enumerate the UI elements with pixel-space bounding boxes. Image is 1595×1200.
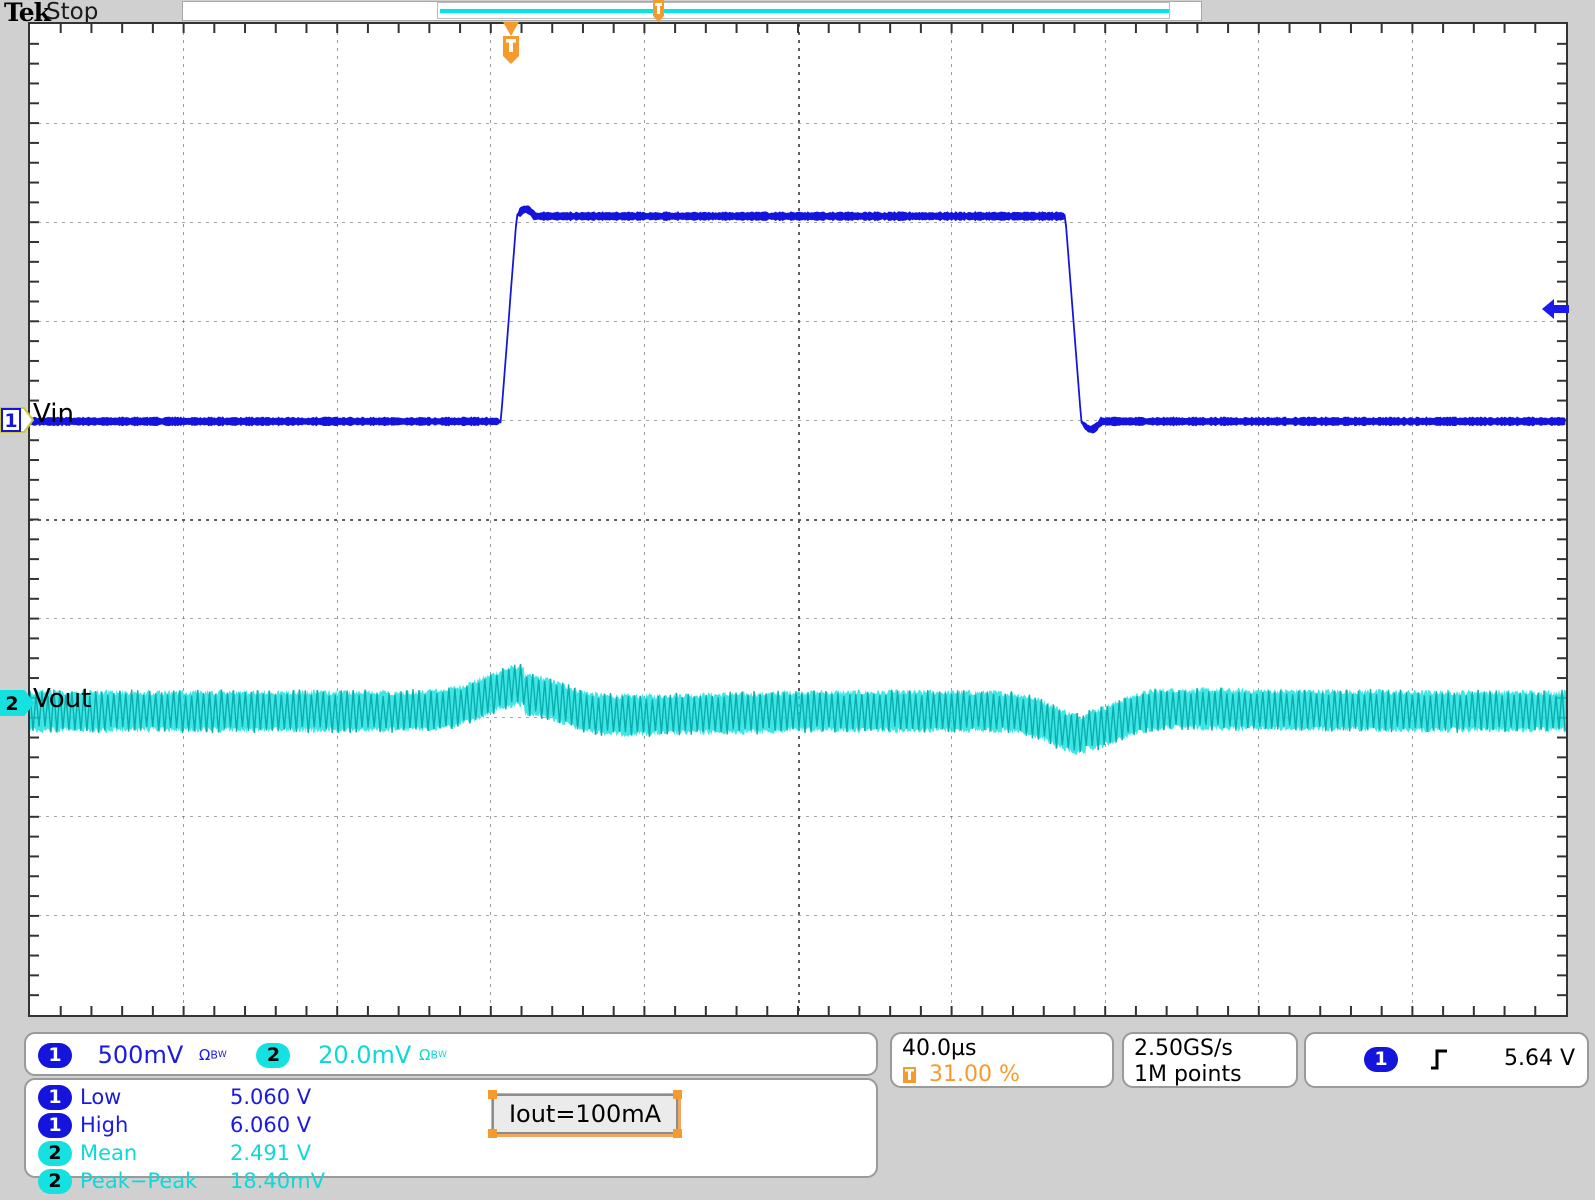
acquisition-panel[interactable]: 2.50GS/s 1M points [1122, 1032, 1298, 1088]
sample-rate-value: 2.50GS/s [1134, 1036, 1233, 1061]
annotation-handle-top-right[interactable] [673, 1090, 682, 1099]
waveform-ch1 [30, 206, 1565, 433]
channel-1-label: Vin [33, 399, 74, 429]
timebase-panel[interactable]: 40.0µs 31.00 % [890, 1032, 1114, 1088]
rising-edge-icon[interactable] [1429, 1047, 1449, 1071]
channel-2-badge[interactable]: 2 [256, 1043, 290, 1068]
measurement-name: Peak−Peak [80, 1169, 230, 1193]
channel-1-scale[interactable]: 500mV [98, 1041, 184, 1069]
iout-annotation-text: Iout=100mA [509, 1100, 661, 1128]
trigger-source-badge[interactable]: 1 [1364, 1047, 1398, 1072]
timebase-scale: 40.0µs [902, 1036, 976, 1061]
iout-annotation-box[interactable]: Iout=100mA [492, 1094, 678, 1134]
measurement-value: 2.491 V [230, 1141, 311, 1165]
timebase-position-value: 31.00 % [929, 1062, 1020, 1087]
measurement-row[interactable]: 1 High6.060 V [38, 1112, 311, 1138]
scope-graticule[interactable] [28, 22, 1568, 1017]
trigger-position-icon [902, 1066, 917, 1084]
measurement-value: 5.060 V [230, 1085, 311, 1109]
annotation-handle-top-left[interactable] [488, 1090, 497, 1099]
measurements-panel: 1Low5.060 V 1High6.060 V 2Mean2.491 V 2P… [24, 1078, 878, 1178]
annotation-handle-bottom-right[interactable] [673, 1129, 682, 1138]
trigger-panel[interactable]: 1 5.64 V [1304, 1032, 1589, 1088]
svg-text:2: 2 [5, 693, 18, 715]
channel-1-badge[interactable]: 1 [38, 1043, 72, 1068]
record-zoom-indicator [440, 9, 1169, 13]
measurement-value: 18.40mV [230, 1169, 325, 1193]
measurement-row[interactable]: 2 Mean2.491 V [38, 1140, 311, 1166]
channel-1-bandwidth-sub: W [218, 1050, 227, 1060]
channel-settings-panel: 1 500mV ΩBW 2 20.0mV ΩBW [24, 1032, 878, 1076]
channel-2-label: Vout [33, 684, 91, 714]
channel-2-scale[interactable]: 20.0mV [318, 1041, 411, 1069]
channel-1-coupling-icon: Ω [199, 1046, 210, 1064]
top-status-bar: Tek Stop [0, 0, 1595, 22]
record-trigger-position-icon[interactable] [650, 0, 667, 22]
measurement-source-badge: 2 [38, 1141, 72, 1166]
measurement-source-badge: 2 [38, 1169, 72, 1194]
record-length-value: 1M points [1134, 1062, 1242, 1087]
channel-2-handle[interactable]: 2 [0, 688, 34, 718]
measurement-name: Low [80, 1085, 230, 1109]
measurement-source-badge: 1 [38, 1113, 72, 1138]
trigger-level-value: 5.64 V [1504, 1046, 1575, 1071]
channel-2-bandwidth-sub: W [438, 1050, 447, 1060]
measurement-name: Mean [80, 1141, 230, 1165]
channel-2-bandwidth-icon: B [430, 1049, 438, 1062]
measurement-name: High [80, 1113, 230, 1137]
trigger-level-arrow-icon[interactable] [1540, 296, 1570, 322]
channel-1-handle[interactable]: 1 [0, 405, 34, 435]
measurement-value: 6.060 V [230, 1113, 311, 1137]
trigger-time-marker-icon[interactable] [500, 22, 522, 64]
graticule-svg [30, 24, 1566, 1015]
annotation-handle-bottom-left[interactable] [488, 1129, 497, 1138]
timebase-position-row: 31.00 % [902, 1062, 1020, 1087]
channel-1-bandwidth-icon: B [210, 1049, 218, 1062]
measurement-row[interactable]: 1 Low5.060 V [38, 1084, 311, 1110]
channel-2-coupling-icon: Ω [419, 1046, 430, 1064]
measurement-source-badge: 1 [38, 1085, 72, 1110]
measurement-row[interactable]: 2 Peak−Peak18.40mV [38, 1168, 325, 1194]
svg-text:1: 1 [4, 410, 17, 432]
